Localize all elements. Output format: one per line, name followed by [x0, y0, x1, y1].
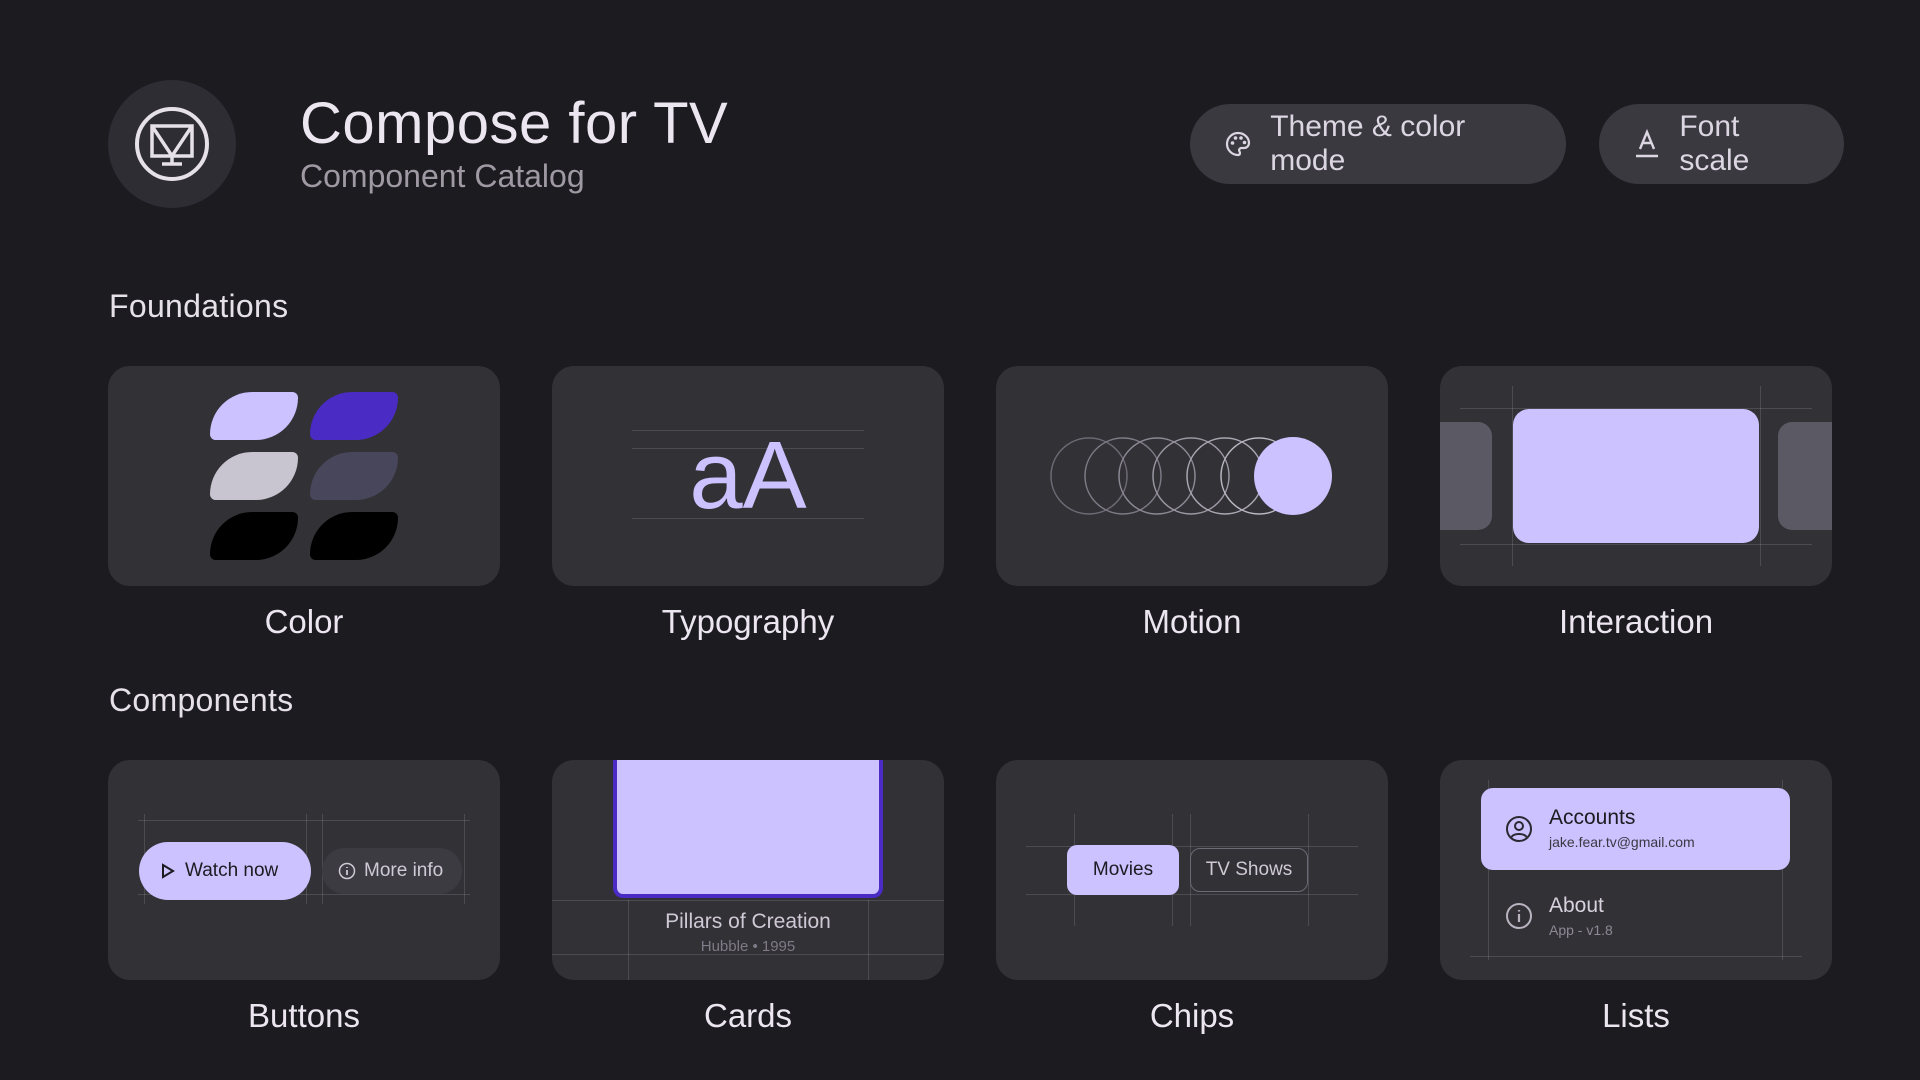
play-icon	[162, 863, 175, 879]
font-button-label: Font scale	[1679, 110, 1750, 177]
list-item-about: About App - v1.8	[1481, 878, 1790, 954]
card-title: Pillars of Creation	[665, 910, 831, 933]
color-swatch	[210, 452, 298, 500]
component-card-cards[interactable]: Pillars of Creation Hubble • 1995	[552, 760, 944, 980]
section-title-foundations: Foundations	[109, 288, 289, 324]
component-card-chips[interactable]: Movies TV Shows	[996, 760, 1388, 980]
theme-color-mode-button[interactable]: Theme & color mode	[1190, 104, 1566, 184]
list-item-subtitle: App - v1.8	[1549, 922, 1613, 938]
app-title: Compose for TV	[300, 91, 729, 156]
info-icon	[1506, 903, 1532, 929]
foundation-card-typography[interactable]: aA	[552, 366, 944, 586]
more-info-button: More info	[322, 848, 462, 894]
foundation-card-interaction[interactable]	[1440, 366, 1832, 586]
guide-line	[1308, 814, 1309, 926]
color-swatch	[310, 392, 398, 440]
foundation-card-color[interactable]	[108, 366, 500, 586]
focused-tile	[1513, 409, 1759, 543]
card-label-motion: Motion	[1142, 603, 1242, 640]
font-scale-button[interactable]: Font scale	[1599, 104, 1844, 184]
card-label-chips: Chips	[1149, 997, 1235, 1034]
list-item-title: About	[1549, 894, 1604, 917]
app-subtitle: Component Catalog	[300, 158, 585, 194]
account-circle-icon	[1506, 816, 1532, 842]
guide-line	[138, 820, 470, 821]
watch-now-label: Watch now	[185, 860, 279, 881]
side-tile	[1440, 422, 1492, 530]
color-swatch	[210, 512, 298, 560]
chip-tv-shows: TV Shows	[1190, 848, 1308, 892]
component-card-lists[interactable]: Accounts jake.fear.tv@gmail.com About Ap…	[1440, 760, 1832, 980]
color-swatch	[210, 392, 298, 440]
guide-line	[464, 814, 465, 904]
side-tile	[1778, 422, 1832, 530]
color-swatch	[310, 512, 398, 560]
color-swatch	[310, 452, 398, 500]
section-title-components: Components	[109, 682, 294, 718]
palette-icon	[1224, 129, 1252, 159]
card-image	[613, 760, 883, 898]
watch-now-button: Watch now	[139, 842, 311, 900]
component-card-buttons[interactable]: Watch now More info	[108, 760, 500, 980]
list-item-title: Accounts	[1549, 806, 1636, 829]
tv-logo-icon	[135, 107, 209, 181]
theme-button-label: Theme & color mode	[1270, 110, 1466, 177]
more-info-label: More info	[364, 860, 444, 881]
card-label-color: Color	[264, 603, 344, 640]
card-label-cards: Cards	[703, 997, 793, 1034]
foundation-card-motion[interactable]	[996, 366, 1388, 586]
app-logo	[108, 80, 236, 208]
card-label-lists: Lists	[1602, 997, 1670, 1034]
info-icon	[338, 862, 356, 880]
typography-sample: aA	[689, 422, 807, 529]
motion-illustration	[1050, 437, 1332, 515]
guide-line	[322, 814, 323, 904]
card-label-interaction: Interaction	[1558, 603, 1714, 640]
text-format-icon	[1633, 129, 1661, 159]
chip-movies: Movies	[1067, 845, 1179, 895]
card-label-buttons: Buttons	[248, 997, 360, 1034]
card-subtitle: Hubble • 1995	[700, 938, 796, 955]
list-item-accounts: Accounts jake.fear.tv@gmail.com	[1481, 788, 1790, 870]
guide-line	[1470, 956, 1802, 957]
card-label-typography: Typography	[661, 603, 835, 640]
guide-line	[1760, 386, 1761, 566]
list-item-subtitle: jake.fear.tv@gmail.com	[1549, 834, 1695, 850]
guide-line	[552, 900, 944, 901]
